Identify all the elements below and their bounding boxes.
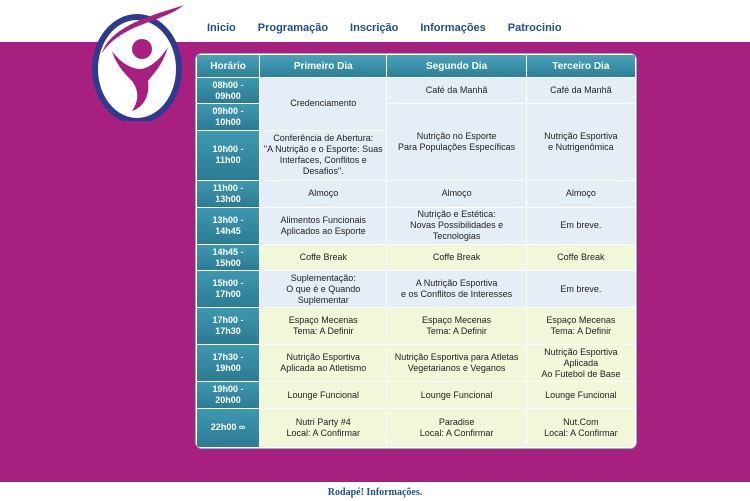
schedule-cell: Nutrição Esportiva e Nutrigenômica <box>526 104 635 180</box>
table-row: 11h00 - 13h00 Almoço Almoço Almoço <box>197 180 635 207</box>
schedule-cell: Lounge Funcional <box>526 382 635 408</box>
schedule-cell: Conferência de Abertura: "A Nutrição e o … <box>260 130 387 180</box>
nav-patrocinio[interactable]: Patrocinio <box>508 22 562 34</box>
time-cell: 09h00 - 10h00 <box>197 104 260 130</box>
schedule-cell: Café da Manhã <box>387 78 526 104</box>
schedule-cell: Nutrição Esportiva Aplicada Ao Futebol de… <box>526 345 635 382</box>
time-cell: 10h00 - 11h00 <box>197 130 260 180</box>
schedule-table-container: Horário Primeiro Dia Segundo Dia Terceir… <box>196 54 636 448</box>
schedule-cell: Nutrição no Esporte Para Populações Espec… <box>387 104 526 180</box>
nav-programacao[interactable]: Programação <box>258 22 328 34</box>
schedule-cell: Alimentos Funcionais Aplicados ao Esporte <box>260 207 387 244</box>
schedule-cell: Coffe Break <box>260 244 387 271</box>
schedule-cell: Café da Manhã <box>526 78 635 104</box>
nav-inscricao[interactable]: Inscrição <box>350 22 398 34</box>
nav-informacoes[interactable]: Informações <box>420 22 485 34</box>
time-cell: 15h00 - 17h00 <box>197 271 260 308</box>
schedule-cell: Almoço <box>387 180 526 207</box>
time-cell: 19h00 - 20h00 <box>197 382 260 408</box>
footer: Rodapé! Informações. <box>0 482 750 500</box>
time-cell: 17h00 - 17h30 <box>197 308 260 345</box>
table-row: 22h00 ∞ Nutri Party #4 Local: A Confirmar… <box>197 408 635 447</box>
table-row: 19h00 - 20h00 Lounge Funcional Lounge Fu… <box>197 382 635 408</box>
schedule-cell: Suplementação: O que é e Quando Suplement… <box>260 271 387 308</box>
schedule-cell: Lounge Funcional <box>387 382 526 408</box>
header-terceiro-dia: Terceiro Dia <box>526 55 635 77</box>
time-cell: 08h00 - 09h00 <box>197 78 260 104</box>
time-cell: 14h45 - 15h00 <box>197 244 260 271</box>
schedule-cell: Espaço Mecenas Tema: A Definir <box>526 308 635 345</box>
main-nav: Inicio Programação Inscrição Informações… <box>207 22 584 34</box>
schedule-cell: Espaço Mecenas Tema: A Definir <box>260 308 387 345</box>
schedule-cell: Coffe Break <box>387 244 526 271</box>
header-segundo-dia: Segundo Dia <box>387 55 526 77</box>
schedule-cell: Em breve. <box>526 207 635 244</box>
table-row: 08h00 - 09h00 Credenciamento Café da Man… <box>197 78 635 130</box>
time-cell: 11h00 - 13h00 <box>197 180 260 207</box>
table-row: 14h45 - 15h00 Coffe Break Coffe Break Co… <box>197 244 635 271</box>
schedule-cell: Nutrição e Estética: Novas Possibilidades… <box>387 207 526 244</box>
schedule-table: Horário Primeiro Dia Segundo Dia Terceir… <box>196 54 636 448</box>
footer-text: Rodapé! Informações. <box>327 487 423 498</box>
table-row: 13h00 - 14h45 Alimentos Funcionais Aplica… <box>197 207 635 244</box>
schedule-cell: Em breve. <box>526 271 635 308</box>
schedule-cell: Nutri Party #4 Local: A Confirmar <box>260 408 387 447</box>
time-cell: 13h00 - 14h45 <box>197 207 260 244</box>
schedule-cell: Paradise Local: A Confirmar <box>387 408 526 447</box>
header-primeiro-dia: Primeiro Dia <box>260 55 387 77</box>
schedule-cell: Coffe Break <box>526 244 635 271</box>
table-row: 17h00 - 17h30 Espaço Mecenas Tema: A Defi… <box>197 308 635 345</box>
schedule-cell: Nutrição Esportiva para Atletas Vegetaria… <box>387 345 526 382</box>
table-row: 17h30 - 19h00 Nutrição Esportiva Aplicada… <box>197 345 635 382</box>
schedule-cell: Nut.Com Local: A Confirmar <box>526 408 635 447</box>
schedule-cell: Nutrição Esportiva Aplicada ao Atletismo <box>260 345 387 382</box>
time-cell: 17h30 - 19h00 <box>197 345 260 382</box>
schedule-cell: Lounge Funcional <box>260 382 387 408</box>
header-horario: Horário <box>197 55 260 77</box>
schedule-cell: A Nutrição Esportiva e os Conflitos de In… <box>387 271 526 308</box>
table-header-row: Horário Primeiro Dia Segundo Dia Terceir… <box>197 55 635 77</box>
schedule-cell: Credenciamento <box>260 78 387 130</box>
schedule-cell: Almoço <box>526 180 635 207</box>
schedule-cell: Almoço <box>260 180 387 207</box>
schedule-cell: Espaço Mecenas Tema: A Definir <box>387 308 526 345</box>
table-row: 15h00 - 17h00 Suplementação: O que é e Qu… <box>197 271 635 308</box>
time-cell: 22h00 ∞ <box>197 408 260 447</box>
nav-inicio[interactable]: Inicio <box>207 22 236 34</box>
logo-icon[interactable] <box>92 3 190 121</box>
